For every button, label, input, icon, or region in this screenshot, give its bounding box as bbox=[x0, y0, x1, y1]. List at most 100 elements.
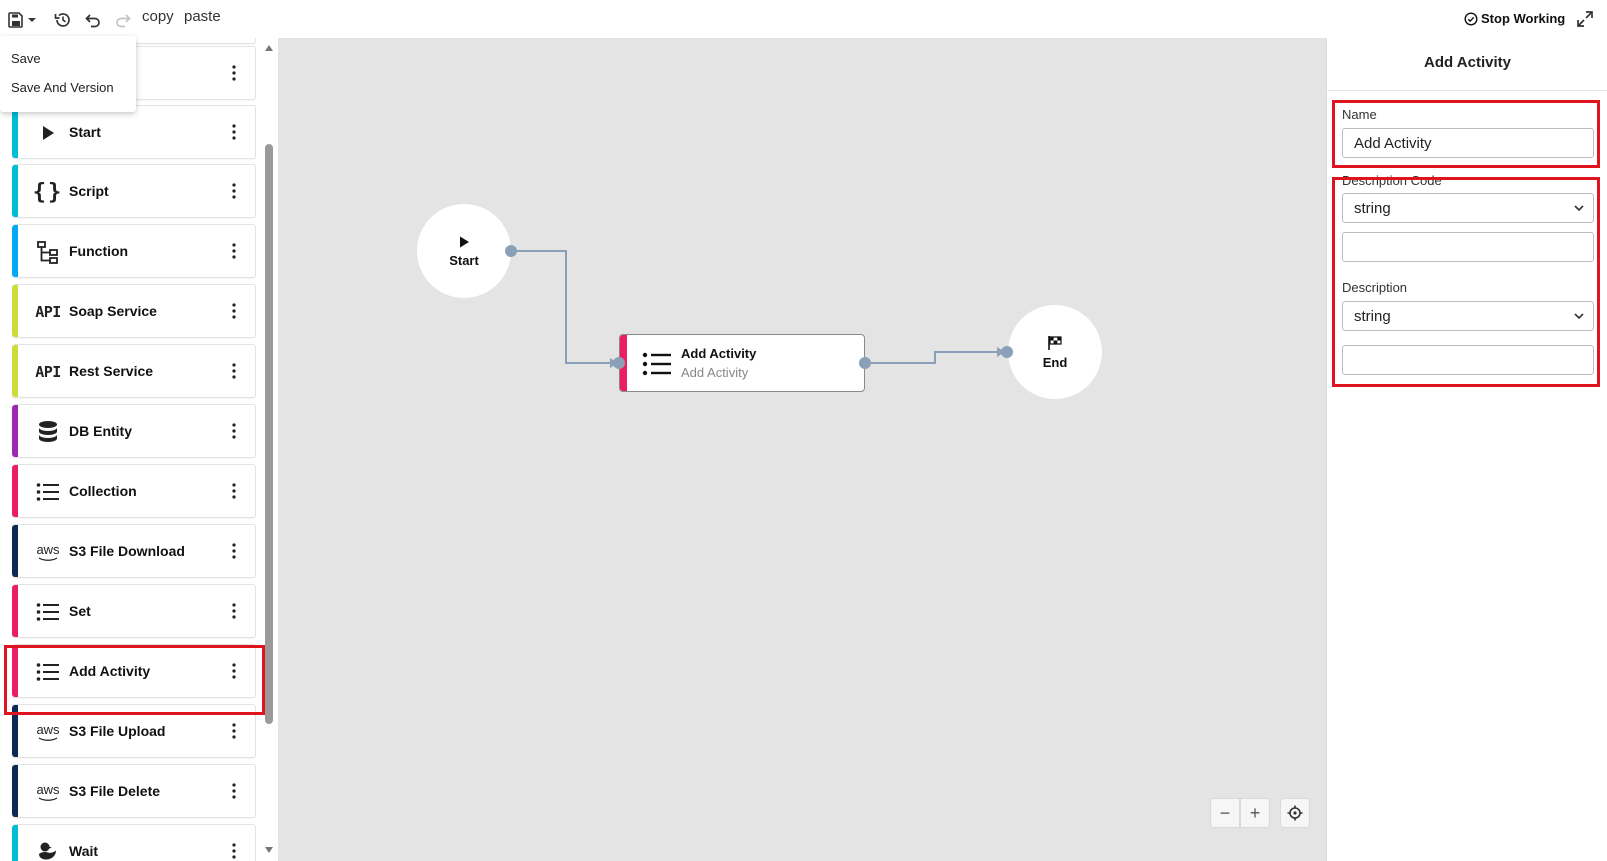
sidebar-item-label: Rest Service bbox=[69, 363, 154, 379]
start-node-label: Start bbox=[449, 252, 479, 268]
scroll-down-arrow-icon[interactable] bbox=[264, 846, 274, 854]
sidebar-item-label: Set bbox=[69, 603, 91, 619]
kebab-menu-icon[interactable] bbox=[231, 362, 237, 380]
name-highlight-box bbox=[1332, 100, 1600, 168]
function-tree-icon bbox=[34, 238, 62, 266]
end-input-port[interactable] bbox=[1001, 346, 1013, 358]
list-icon bbox=[34, 598, 62, 626]
fullscreen-button[interactable] bbox=[1576, 10, 1596, 30]
start-node[interactable]: Start bbox=[417, 204, 511, 298]
caret-down-icon bbox=[28, 18, 36, 22]
item-accent-bar bbox=[12, 465, 18, 517]
play-icon bbox=[460, 236, 469, 247]
start-output-port[interactable] bbox=[505, 245, 517, 257]
aws-icon: aws bbox=[34, 718, 62, 746]
sidebar-item-s3-file-delete[interactable]: aws S3 File Delete bbox=[12, 764, 256, 818]
check-circle-icon bbox=[1464, 11, 1478, 26]
sidebar-item-soap-service[interactable]: API Soap Service bbox=[12, 284, 256, 338]
fit-view-button[interactable] bbox=[1280, 798, 1310, 828]
sidebar-highlight-box bbox=[4, 645, 265, 715]
duck-icon bbox=[34, 838, 62, 861]
activity-output-port[interactable] bbox=[859, 357, 871, 369]
sidebar-item-label: Collection bbox=[69, 483, 137, 499]
braces-icon: {} bbox=[32, 179, 64, 205]
panel-divider bbox=[1327, 90, 1607, 91]
sidebar-item-label: Script bbox=[69, 183, 109, 199]
sidebar-item-label: Start bbox=[69, 124, 101, 140]
sidebar-scroll-thumb[interactable] bbox=[265, 144, 273, 724]
redo-button[interactable] bbox=[112, 8, 134, 32]
sidebar-item-label: S3 File Upload bbox=[69, 723, 166, 739]
save-dropdown-button[interactable] bbox=[6, 8, 40, 32]
copy-button[interactable]: copy bbox=[142, 8, 174, 25]
item-accent-bar bbox=[12, 225, 18, 277]
menu-item-save[interactable]: Save bbox=[11, 51, 41, 66]
sidebar-item-label: S3 File Delete bbox=[69, 783, 161, 799]
activity-input-port[interactable] bbox=[613, 357, 625, 369]
properties-panel: Add Activity Name Description Code strin… bbox=[1326, 38, 1607, 861]
zoom-out-button[interactable]: − bbox=[1210, 798, 1240, 828]
zoom-in-button[interactable]: + bbox=[1240, 798, 1270, 828]
list-icon bbox=[642, 352, 671, 376]
kebab-menu-icon[interactable] bbox=[231, 123, 237, 141]
item-accent-bar bbox=[12, 825, 18, 861]
kebab-menu-icon[interactable] bbox=[231, 842, 237, 860]
sidebar-item-label: S3 File Download bbox=[69, 543, 185, 559]
item-accent-bar bbox=[12, 765, 18, 817]
sidebar-item-collection[interactable]: Collection bbox=[12, 464, 256, 518]
kebab-menu-icon[interactable] bbox=[231, 542, 237, 560]
kebab-menu-icon[interactable] bbox=[231, 482, 237, 500]
api-icon: API bbox=[35, 363, 61, 381]
history-icon bbox=[54, 13, 70, 27]
sidebar-item-label: Soap Service bbox=[69, 303, 157, 319]
sidebar-item-function[interactable]: Function bbox=[12, 224, 256, 278]
end-node[interactable]: End bbox=[1008, 305, 1102, 399]
item-accent-bar bbox=[12, 345, 18, 397]
item-accent-bar bbox=[12, 585, 18, 637]
redo-icon bbox=[116, 14, 131, 28]
kebab-menu-icon[interactable] bbox=[231, 602, 237, 620]
kebab-menu-icon[interactable] bbox=[231, 302, 237, 320]
sidebar-item-rest-service[interactable]: API Rest Service bbox=[12, 344, 256, 398]
item-accent-bar bbox=[12, 165, 18, 217]
undo-icon bbox=[85, 14, 100, 28]
kebab-menu-icon[interactable] bbox=[231, 422, 237, 440]
sidebar-item-script[interactable]: {} Script bbox=[12, 164, 256, 218]
kebab-menu-icon[interactable] bbox=[231, 722, 237, 740]
edge-activity-to-end bbox=[865, 351, 1000, 364]
sidebar-item-db-entity[interactable]: DB Entity bbox=[12, 404, 256, 458]
flow-canvas[interactable]: Start Add Activity Add Activity End − + bbox=[278, 38, 1326, 861]
sidebar-item-set[interactable]: Set bbox=[12, 584, 256, 638]
kebab-menu-icon[interactable] bbox=[231, 242, 237, 260]
sidebar-item-wait[interactable]: Wait bbox=[12, 824, 256, 861]
kebab-menu-icon[interactable] bbox=[231, 782, 237, 800]
flow-edges bbox=[511, 250, 1005, 368]
undo-button[interactable] bbox=[82, 8, 104, 32]
sidebar-item-label: Function bbox=[69, 243, 129, 259]
activity-node-subtitle: Add Activity bbox=[681, 365, 749, 380]
scroll-up-arrow-icon[interactable] bbox=[264, 44, 274, 52]
expand-icon bbox=[1577, 11, 1593, 27]
aws-icon: aws bbox=[34, 538, 62, 566]
stop-working-label: Stop Working bbox=[1481, 11, 1566, 26]
end-node-label: End bbox=[1042, 354, 1068, 370]
kebab-menu-icon[interactable] bbox=[231, 64, 237, 82]
node-palette-sidebar: Start {} Script Function API Soap Servic… bbox=[0, 38, 278, 861]
kebab-menu-icon[interactable] bbox=[231, 182, 237, 200]
menu-item-save-and-version[interactable]: Save And Version bbox=[11, 80, 114, 95]
activity-node[interactable]: Add Activity Add Activity bbox=[619, 334, 865, 392]
sidebar-item-s3-file-download[interactable]: aws S3 File Download bbox=[12, 524, 256, 578]
item-accent-bar bbox=[12, 525, 18, 577]
stop-working-button[interactable]: Stop Working bbox=[1464, 11, 1565, 26]
panel-title: Add Activity bbox=[1424, 54, 1511, 71]
item-accent-bar bbox=[12, 285, 18, 337]
history-button[interactable] bbox=[52, 8, 74, 32]
list-icon bbox=[34, 478, 62, 506]
api-icon: API bbox=[35, 303, 61, 321]
sidebar-item-start[interactable]: Start bbox=[12, 105, 256, 159]
play-icon bbox=[34, 119, 62, 147]
sidebar-item-label: Wait bbox=[69, 843, 99, 859]
edge-start-to-activity bbox=[511, 250, 613, 364]
paste-button[interactable]: paste bbox=[184, 8, 221, 25]
item-accent-bar bbox=[12, 405, 18, 457]
